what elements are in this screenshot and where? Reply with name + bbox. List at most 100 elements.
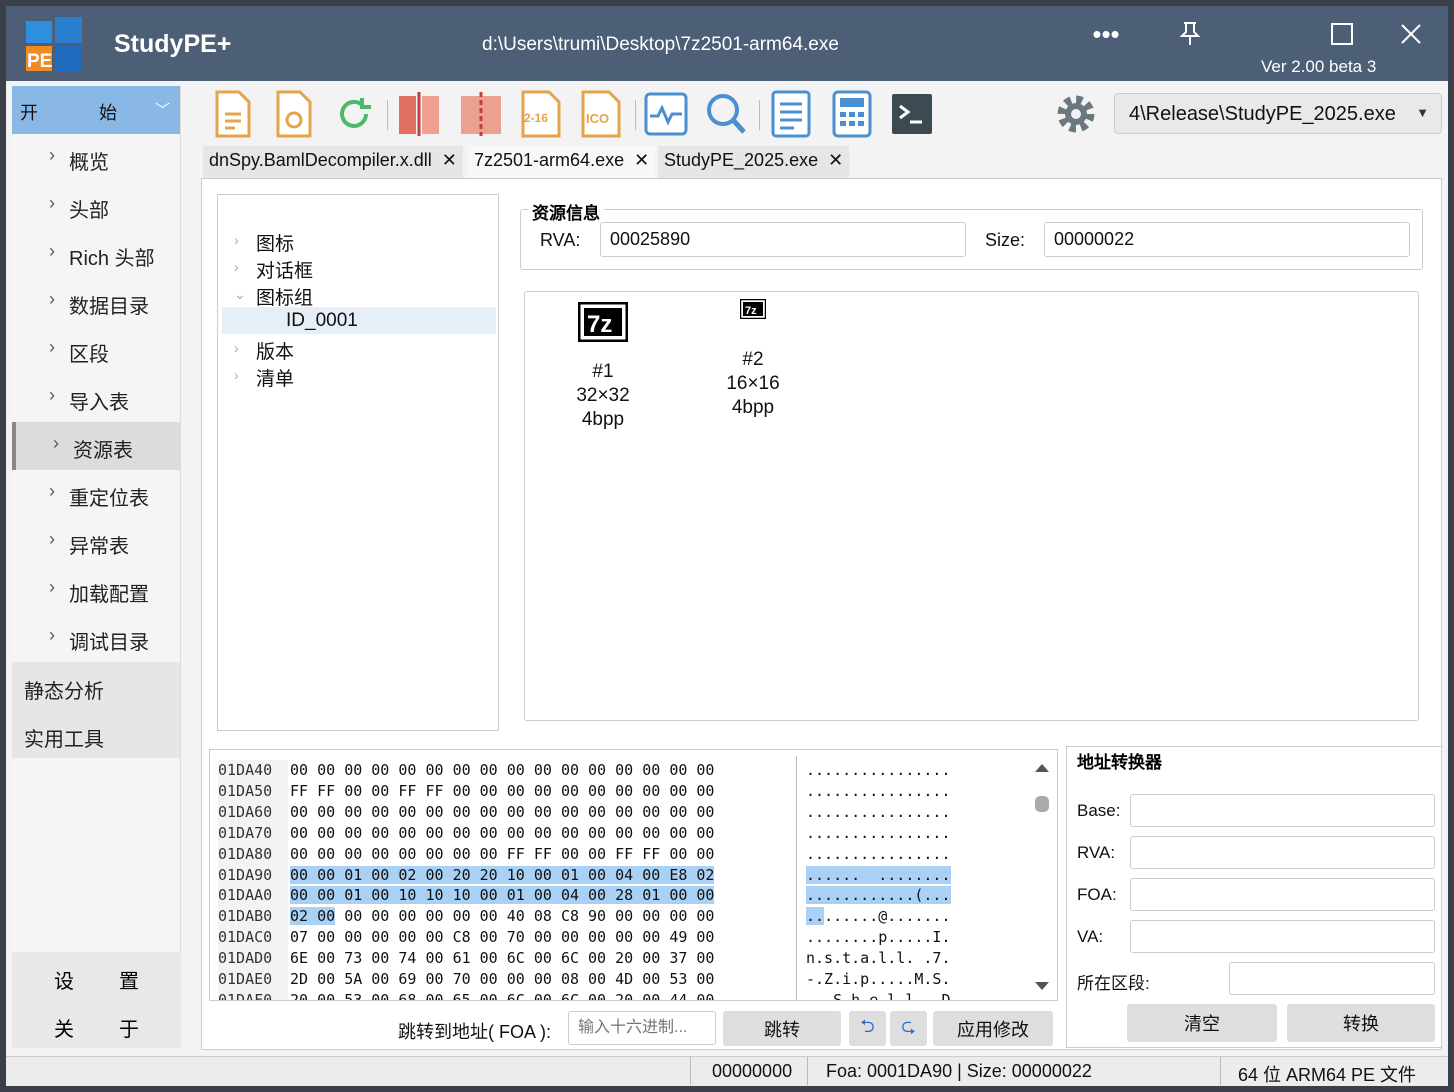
hex-ascii-row[interactable]: ................ bbox=[806, 760, 951, 781]
new-file-icon[interactable] bbox=[211, 90, 255, 138]
terminal-icon[interactable] bbox=[890, 90, 934, 138]
close-tab-icon[interactable]: ✕ bbox=[828, 150, 843, 170]
sidebar-item-rich-header[interactable]: › Rich 头部 bbox=[12, 230, 180, 278]
tree-node-dialogs[interactable]: › 对话框 bbox=[234, 256, 313, 283]
sidebar-item-imports[interactable]: › 导入表 bbox=[12, 374, 180, 422]
tree-node-icon-group[interactable]: ⌄ 图标组 bbox=[234, 283, 314, 310]
apply-changes-button[interactable]: 应用修改 bbox=[933, 1011, 1053, 1046]
hex-view[interactable]: 01DA40 01DA50 01DA60 01DA70 01DA80 01DA90 01DA… bbox=[209, 749, 1058, 1001]
hex-bytes-column[interactable]: 00 00 00 00 00 00 00 00 00 00 00 00 00 0… bbox=[290, 760, 715, 1000]
hex-row[interactable]: 20 00 53 00 68 00 65 00 6C 00 6C 00 20 0… bbox=[290, 990, 714, 1000]
sidebar-item-exceptions[interactable]: › 异常表 bbox=[12, 518, 180, 566]
sidebar-item-sections[interactable]: › 区段 bbox=[12, 326, 180, 374]
tree-node-icons[interactable]: › 图标 bbox=[234, 229, 294, 256]
sidebar-item-load-config[interactable]: › 加载配置 bbox=[12, 566, 180, 614]
maximize-icon[interactable] bbox=[1322, 14, 1362, 54]
open-file-icon[interactable] bbox=[272, 90, 316, 138]
hex-row[interactable]: 00 00 00 00 00 00 00 00 00 00 00 00 00 0… bbox=[290, 802, 714, 823]
settings-button[interactable]: 设置 bbox=[12, 952, 181, 1000]
hex-row[interactable]: 02 00 00 00 00 00 00 00 40 08 C8 90 00 0… bbox=[290, 906, 714, 927]
search-icon[interactable] bbox=[704, 90, 748, 138]
7z-icon-32[interactable]: 7z bbox=[578, 302, 628, 342]
rva-field[interactable]: 00025890 bbox=[600, 222, 966, 257]
hex-scrollbar[interactable] bbox=[1032, 756, 1052, 996]
sidebar-item-resources[interactable]: › 资源表 bbox=[12, 422, 180, 470]
gear-icon[interactable] bbox=[1054, 90, 1098, 138]
monitor-icon[interactable] bbox=[644, 90, 688, 138]
sidebar-start-header[interactable]: 开 始 ﹀ bbox=[12, 86, 180, 134]
va-input[interactable] bbox=[1130, 920, 1435, 953]
status-divider bbox=[1220, 1057, 1221, 1085]
hex-ascii-row[interactable]: ................ bbox=[806, 823, 951, 844]
file-select[interactable]: 4\Release\StudyPE_2025.exe ▼ bbox=[1114, 93, 1442, 134]
hex-row[interactable]: 00 00 00 00 00 00 00 00 00 00 00 00 00 0… bbox=[290, 823, 714, 844]
hex-ascii-row[interactable]: n.s.t.a.l.l. .7. bbox=[806, 948, 951, 969]
hex-row[interactable]: 00 00 00 00 00 00 00 00 FF FF 00 00 FF F… bbox=[290, 844, 714, 865]
sidebar-item-overview[interactable]: › 概览 bbox=[12, 134, 180, 182]
app-logo-icon: PE bbox=[26, 17, 82, 71]
icon-preview-panel bbox=[524, 291, 1419, 721]
undo-icon[interactable]: ⮌ bbox=[849, 1011, 886, 1046]
hex-ascii-row[interactable]: ................ bbox=[806, 844, 951, 865]
tree-node-label: 图标组 bbox=[256, 288, 314, 309]
hex-row[interactable]: 2D 00 5A 00 69 00 70 00 00 00 08 00 4D 0… bbox=[290, 969, 714, 990]
ico-extract-icon[interactable]: ICO bbox=[579, 90, 623, 138]
compare-icon[interactable] bbox=[397, 90, 441, 138]
tab-label: StudyPE_2025.exe bbox=[664, 150, 819, 170]
sidebar-item-debug[interactable]: › 调试目录 bbox=[12, 614, 180, 662]
convert-button[interactable]: 转换 bbox=[1287, 1004, 1435, 1042]
7z-icon-16[interactable]: 7z bbox=[740, 299, 766, 319]
sidebar-item-label: 调试目录 bbox=[69, 632, 149, 654]
clear-button[interactable]: 清空 bbox=[1127, 1004, 1277, 1042]
hex-row[interactable]: FF FF 00 00 FF FF 00 00 00 00 00 00 00 0… bbox=[290, 781, 714, 802]
about-button[interactable]: 关于 bbox=[12, 1000, 181, 1048]
close-tab-icon[interactable]: ✕ bbox=[442, 150, 457, 170]
sidebar-section-utilities[interactable]: 实用工具 bbox=[12, 710, 180, 758]
hex-ascii-row[interactable]: ........p.....I. bbox=[806, 927, 951, 948]
tab-dnspy[interactable]: dnSpy.BamlDecompiler.x.dll ✕ bbox=[203, 146, 463, 180]
tab-7z2501[interactable]: 7z2501-arm64.exe ✕ bbox=[468, 146, 656, 180]
hex-ascii-row[interactable]: -.Z.i.p.....M.S. bbox=[806, 969, 951, 990]
document-list-icon[interactable] bbox=[769, 90, 813, 138]
pin-icon[interactable] bbox=[1170, 14, 1210, 54]
hex-row[interactable]: 00 00 01 00 10 10 10 00 01 00 04 00 28 0… bbox=[290, 885, 715, 906]
hex-row[interactable]: 00 00 01 00 02 00 20 20 10 00 01 00 04 0… bbox=[290, 865, 715, 886]
hex-ascii-row[interactable]: ............(... bbox=[806, 885, 951, 906]
base-convert-icon[interactable]: 2-16 bbox=[519, 90, 563, 138]
tree-node-version[interactable]: › 版本 bbox=[234, 337, 294, 364]
jump-address-input[interactable] bbox=[568, 1011, 716, 1045]
jump-button[interactable]: 跳转 bbox=[723, 1011, 841, 1046]
split-icon[interactable] bbox=[459, 90, 503, 138]
sidebar-item-data-directories[interactable]: › 数据目录 bbox=[12, 278, 180, 326]
rva-input[interactable] bbox=[1130, 836, 1435, 869]
tree-node-manifest[interactable]: › 清单 bbox=[234, 364, 294, 391]
app-window: PE StudyPE+ d:\Users\trumi\Desktop\7z250… bbox=[6, 6, 1448, 1086]
size-label: Size: bbox=[985, 230, 1026, 250]
close-tab-icon[interactable]: ✕ bbox=[634, 150, 649, 170]
sidebar-item-relocations[interactable]: › 重定位表 bbox=[12, 470, 180, 518]
sidebar-section-static-analysis[interactable]: 静态分析 bbox=[12, 662, 180, 710]
section-field[interactable] bbox=[1229, 962, 1435, 995]
hex-row[interactable]: 6E 00 73 00 74 00 61 00 6C 00 6C 00 20 0… bbox=[290, 948, 714, 969]
refresh-icon[interactable] bbox=[332, 90, 376, 138]
hex-row[interactable]: 00 00 00 00 00 00 00 00 00 00 00 00 00 0… bbox=[290, 760, 714, 781]
hex-ascii-row[interactable]: ................ bbox=[806, 781, 951, 802]
tab-studype[interactable]: StudyPE_2025.exe ✕ bbox=[658, 146, 850, 180]
hex-row[interactable]: 07 00 00 00 00 00 C8 00 70 00 00 00 00 0… bbox=[290, 927, 714, 948]
base-input[interactable] bbox=[1130, 794, 1435, 827]
more-icon[interactable]: ••• bbox=[1086, 14, 1126, 54]
hex-ascii-row[interactable]: . .S.h.e.l.l. .D bbox=[806, 990, 951, 1000]
hex-ascii-row[interactable]: ................ bbox=[806, 802, 951, 823]
close-icon[interactable] bbox=[1391, 14, 1431, 54]
size-field[interactable]: 00000022 bbox=[1044, 222, 1410, 257]
hex-ascii-row[interactable]: ...... ........ bbox=[806, 865, 951, 886]
hex-address-column: 01DA40 01DA50 01DA60 01DA70 01DA80 01DA90 01DA… bbox=[218, 760, 288, 1000]
sidebar-item-headers[interactable]: › 头部 bbox=[12, 182, 180, 230]
tree-node-id-0001[interactable]: ID_0001 bbox=[286, 310, 358, 332]
sidebar-item-label: 数据目录 bbox=[69, 296, 149, 318]
hex-ascii-column[interactable]: ........................................… bbox=[806, 760, 951, 1000]
redo-icon[interactable]: ⮎ bbox=[890, 1011, 927, 1046]
calculator-icon[interactable] bbox=[830, 90, 874, 138]
hex-ascii-row[interactable]: ........@....... bbox=[806, 906, 951, 927]
foa-input[interactable] bbox=[1130, 878, 1435, 911]
